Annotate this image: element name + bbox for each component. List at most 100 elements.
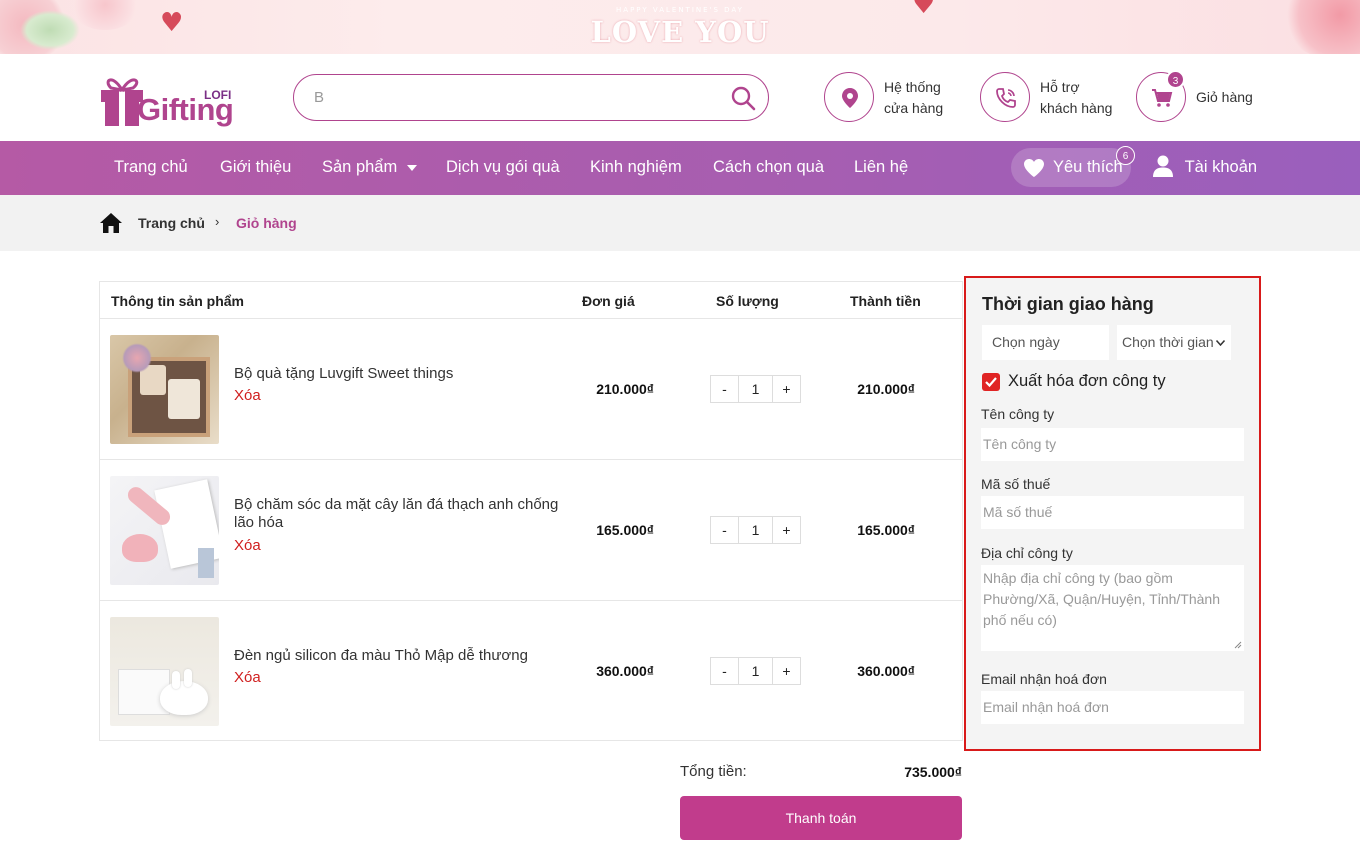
- decrease-button[interactable]: -: [711, 517, 739, 543]
- store-icon-circle: [824, 72, 874, 122]
- delete-link[interactable]: Xóa: [234, 669, 261, 686]
- line-total: 210.000₫: [857, 381, 915, 397]
- quantity-value[interactable]: 1: [739, 376, 772, 402]
- support-link[interactable]: Hỗ trợ khách hàng: [980, 72, 1120, 122]
- company-name-input[interactable]: Tên công ty: [981, 428, 1244, 461]
- banner-title: LOVE YOU: [590, 15, 770, 49]
- main-nav: Trang chủ Giới thiệu Sản phẩm Dịch vụ gó…: [0, 141, 1360, 195]
- support-line2: khách hàng: [1040, 100, 1113, 116]
- store-line1: Hệ thống: [884, 79, 941, 95]
- delete-link[interactable]: Xóa: [234, 537, 261, 554]
- breadcrumb-home[interactable]: Trang chủ: [138, 215, 205, 231]
- breadcrumb-separator: ›: [215, 214, 220, 229]
- nav-item-products-label: Sản phẩm: [322, 158, 398, 176]
- invoice-email-input[interactable]: Email nhận hoá đơn: [981, 691, 1244, 724]
- check-icon: [985, 377, 997, 388]
- cart-row: Đèn ngủ silicon đa màu Thỏ Mập dễ thương…: [100, 600, 962, 741]
- banner-subtitle: HAPPY VALENTINE'S DAY: [616, 6, 744, 14]
- quantity-stepper: - 1 +: [710, 516, 801, 544]
- line-total: 360.000₫: [857, 663, 915, 679]
- nav-item-experience[interactable]: Kinh nghiệm: [590, 141, 682, 195]
- product-image[interactable]: [110, 476, 219, 585]
- account-link[interactable]: Tài khoản: [1152, 141, 1257, 195]
- company-name-label: Tên công ty: [981, 406, 1055, 422]
- cart-link[interactable]: 3 Giỏ hàng: [1136, 70, 1260, 122]
- product-image[interactable]: [110, 335, 219, 444]
- quantity-stepper: - 1 +: [710, 657, 801, 685]
- unit-price: 360.000₫: [596, 663, 654, 679]
- support-icon-circle: [980, 72, 1030, 122]
- home-icon[interactable]: [99, 212, 123, 234]
- increase-button[interactable]: +: [772, 376, 800, 402]
- wishlist-button[interactable]: Yêu thích 6: [1011, 146, 1135, 187]
- nav-item-how-to-choose[interactable]: Cách chọn quà: [713, 141, 824, 195]
- user-icon: [1153, 155, 1173, 177]
- gua-sha-image-part: [122, 534, 158, 562]
- tax-code-input[interactable]: Mã số thuế: [981, 496, 1244, 529]
- decrease-button[interactable]: -: [711, 658, 739, 684]
- search-bar[interactable]: [293, 74, 769, 121]
- line-total: 165.000₫: [857, 522, 915, 538]
- nav-item-home[interactable]: Trang chủ: [114, 141, 188, 195]
- wishlist-label: Yêu thích: [1053, 158, 1123, 176]
- location-pin-icon: [842, 88, 858, 108]
- product-name[interactable]: Bộ chăm sóc da mặt cây lăn đá thạch anh …: [234, 496, 574, 532]
- promo-banner[interactable]: ♥ ♥ HAPPY VALENTINE'S DAY LOVE YOU: [0, 0, 1360, 54]
- unit-price: 210.000₫: [596, 381, 654, 397]
- wishlist-count-badge: 6: [1116, 146, 1135, 165]
- support-text: Hỗ trợ khách hàng: [1040, 77, 1112, 119]
- invoice-checkbox-label[interactable]: Xuất hóa đơn công ty: [1008, 372, 1166, 391]
- chevron-down-icon: [1216, 340, 1225, 346]
- date-picker[interactable]: Chọn ngày: [982, 325, 1109, 360]
- header-unit-price: Đơn giá: [582, 293, 635, 309]
- search-icon[interactable]: [730, 85, 756, 111]
- resize-handle-icon[interactable]: [1234, 641, 1242, 649]
- cart-count-badge: 3: [1166, 70, 1185, 89]
- phone-icon: [996, 88, 1016, 108]
- invoice-email-label: Email nhận hoá đơn: [981, 671, 1107, 687]
- nav-item-about[interactable]: Giới thiệu: [220, 141, 291, 195]
- company-address-placeholder: Nhập địa chỉ công ty (bao gồm Phường/Xã,…: [983, 570, 1220, 628]
- order-total-value: 735.000₫: [904, 764, 962, 780]
- support-line1: Hỗ trợ: [1040, 79, 1080, 95]
- header-product-info: Thông tin sản phẩm: [111, 293, 244, 309]
- time-select-value: Chọn thời gian: [1122, 334, 1214, 350]
- header: LOFI Gifting Hệ thống cửa hàng: [0, 54, 1360, 141]
- product-name[interactable]: Bộ quà tặng Luvgift Sweet things: [234, 365, 574, 383]
- nav-item-products[interactable]: Sản phẩm: [322, 141, 417, 195]
- flower-image-part: [122, 343, 152, 373]
- nav-item-contact[interactable]: Liên hệ: [854, 141, 908, 195]
- increase-button[interactable]: +: [772, 517, 800, 543]
- nav-item-gift-wrap[interactable]: Dịch vụ gói quà: [446, 141, 560, 195]
- search-input[interactable]: [314, 85, 714, 110]
- unit-price: 165.000₫: [596, 522, 654, 538]
- product-name[interactable]: Đèn ngủ silicon đa màu Thỏ Mập dễ thương: [234, 647, 574, 665]
- quantity-value[interactable]: 1: [739, 658, 772, 684]
- heart-icon: [1024, 159, 1044, 177]
- invoice-checkbox[interactable]: [982, 373, 1000, 391]
- product-image[interactable]: [110, 617, 219, 726]
- breadcrumb-current: Giỏ hàng: [236, 215, 297, 231]
- checkout-button[interactable]: Thanh toán: [680, 796, 962, 840]
- quantity-value[interactable]: 1: [739, 517, 772, 543]
- header-subtotal: Thành tiền: [850, 293, 921, 309]
- gift-box-image-part: [168, 379, 200, 419]
- decrease-button[interactable]: -: [711, 376, 739, 402]
- delivery-title: Thời gian giao hàng: [982, 294, 1154, 314]
- company-address-textarea[interactable]: Nhập địa chỉ công ty (bao gồm Phường/Xã,…: [981, 565, 1244, 651]
- box-image-part: [198, 548, 214, 578]
- increase-button[interactable]: +: [772, 658, 800, 684]
- lamp-ear-image-part: [172, 671, 180, 689]
- logo-text: Gifting: [137, 92, 234, 127]
- delete-link[interactable]: Xóa: [234, 387, 261, 404]
- quantity-stepper: - 1 +: [710, 375, 801, 403]
- breadcrumb: Trang chủ › Giỏ hàng: [0, 195, 1360, 251]
- order-total-label: Tổng tiền:: [680, 763, 747, 780]
- time-select[interactable]: Chọn thời gian: [1117, 325, 1231, 360]
- account-label: Tài khoản: [1184, 158, 1258, 176]
- tax-code-label: Mã số thuế: [981, 476, 1051, 492]
- store-system-link[interactable]: Hệ thống cửa hàng: [824, 72, 954, 122]
- logo[interactable]: LOFI Gifting: [99, 68, 239, 128]
- company-address-label: Địa chỉ công ty: [981, 545, 1073, 561]
- lamp-image-part: [160, 681, 208, 715]
